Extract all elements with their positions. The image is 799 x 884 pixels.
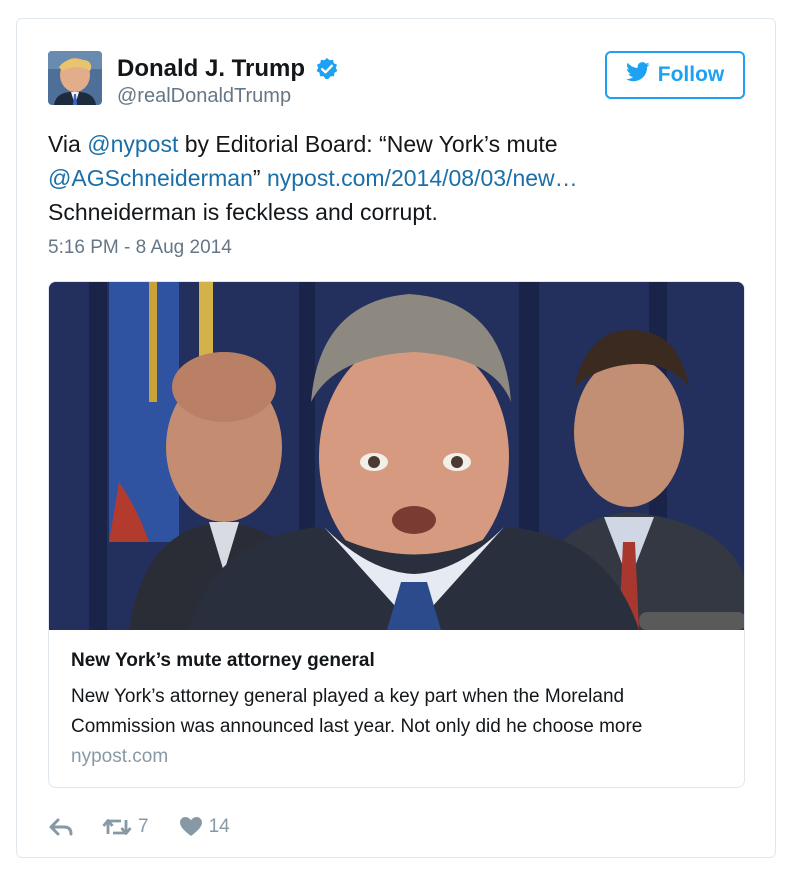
avatar[interactable] — [48, 51, 102, 105]
card-description-line-2: Commission was announced last year. Not … — [71, 716, 643, 737]
article-photo — [49, 282, 744, 630]
retweet-count: 7 — [138, 816, 149, 837]
nypost-article-link[interactable]: nypost.com/2014/08/03/new… — [267, 165, 578, 191]
follow-button[interactable]: Follow — [605, 51, 745, 99]
tweet-card: Donald J. Trump @realDonaldTrump Follow … — [16, 18, 776, 858]
reply-icon — [48, 817, 74, 837]
retweet-icon — [102, 816, 132, 838]
mention-agschneiderman-link[interactable]: @AGSchneiderman — [48, 165, 253, 191]
like-button[interactable]: 14 — [179, 816, 230, 838]
tweet-actions: 7 14 — [48, 812, 230, 842]
tweet-text-via: Via — [48, 131, 88, 157]
follow-label: Follow — [657, 63, 725, 86]
author-name[interactable]: Donald J. Trump — [117, 55, 305, 83]
twitter-bird-icon — [625, 62, 650, 88]
tweet-text: Via @nypost by Editorial Board: “New Yor… — [48, 127, 748, 229]
card-description-line-1: New York’s attorney general played a key… — [71, 686, 625, 707]
heart-icon — [179, 816, 203, 838]
card-title: New York’s mute attorney general — [71, 650, 375, 671]
tweet-line-1: Via @nypost by Editorial Board: “New Yor… — [48, 127, 748, 161]
reply-button[interactable] — [48, 817, 74, 837]
retweet-button[interactable]: 7 — [102, 816, 149, 838]
author-handle[interactable]: @realDonaldTrump — [117, 85, 291, 108]
tweet-line-2: @AGSchneiderman” nypost.com/2014/08/03/n… — [48, 161, 748, 195]
card-domain: nypost.com — [71, 746, 169, 767]
like-count: 14 — [208, 816, 230, 837]
verified-badge-icon — [315, 57, 339, 81]
tweet-line-3: Schneiderman is feckless and corrupt. — [48, 199, 438, 225]
tweet-timestamp[interactable]: 5:16 PM - 8 Aug 2014 — [48, 237, 232, 259]
tweet-text-editorial: by Editorial Board: “New York’s mute — [178, 131, 558, 157]
tweet-text-quote-close: ” — [252, 165, 267, 191]
mention-nypost-link[interactable]: @nypost — [87, 131, 178, 157]
card-description: New York’s attorney general played a key… — [71, 682, 731, 742]
link-preview-card[interactable]: New York’s mute attorney general New Yor… — [48, 281, 745, 788]
